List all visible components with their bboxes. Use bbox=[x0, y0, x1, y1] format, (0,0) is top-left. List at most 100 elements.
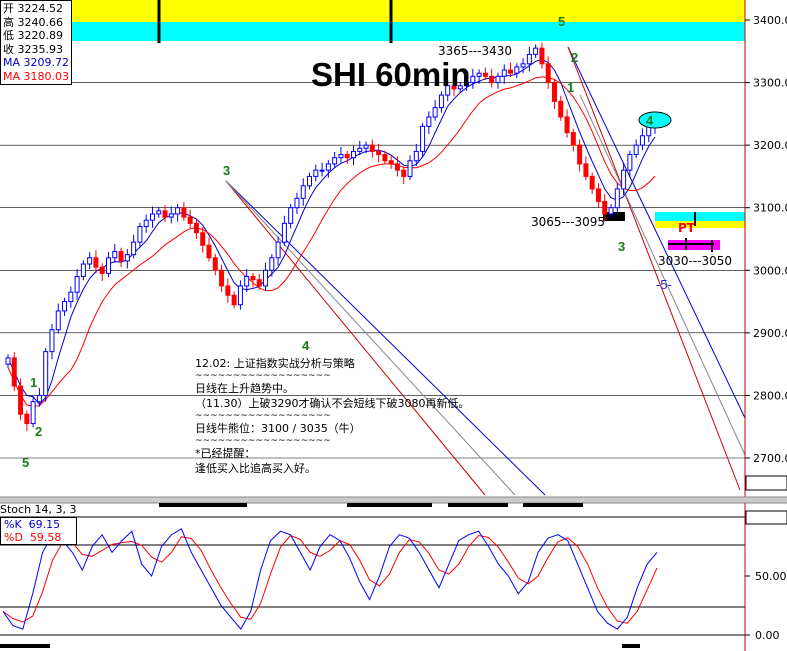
note-line: 日线在上升趋势中。 bbox=[195, 382, 294, 395]
candle-body bbox=[482, 72, 488, 77]
candle-body bbox=[263, 269, 269, 287]
price-tick-label: 3100.00 bbox=[753, 202, 787, 215]
cyan-band bbox=[0, 22, 745, 41]
note-line: ~~~~~~~~~~~~~~~~~~ bbox=[195, 371, 331, 381]
stochastic-title: Stoch 14, 3, 3 bbox=[0, 503, 77, 516]
stoch-k: %K 69.15 bbox=[4, 518, 61, 531]
candle-body bbox=[420, 125, 426, 152]
candle-body bbox=[212, 257, 218, 271]
candle-body bbox=[570, 132, 576, 146]
candle-body bbox=[62, 301, 68, 312]
price-tick-label: 2700.00 bbox=[753, 452, 787, 465]
candle-body bbox=[551, 82, 557, 102]
candle-body bbox=[508, 69, 514, 74]
cyan-ellipse-marker bbox=[638, 111, 672, 129]
candle-body bbox=[369, 144, 375, 152]
stoch-tick-label: 50.00 bbox=[755, 570, 787, 583]
wave-label: 5 bbox=[22, 455, 30, 470]
candle-body bbox=[621, 169, 627, 190]
candle-body bbox=[256, 279, 262, 287]
candle-body bbox=[376, 150, 382, 156]
candle-body bbox=[476, 72, 482, 77]
candle-body bbox=[137, 225, 143, 243]
candle-body bbox=[313, 169, 319, 177]
candle-body bbox=[18, 385, 24, 415]
candle-body bbox=[237, 285, 243, 306]
candle-body bbox=[219, 269, 225, 287]
candle-body bbox=[168, 213, 174, 218]
candle-body bbox=[602, 200, 608, 215]
note-line: ~~~~~~~~~~~~~~~~~~ bbox=[195, 436, 331, 446]
price-annotation: PT bbox=[678, 221, 695, 235]
candle-body bbox=[30, 401, 36, 425]
candle-body bbox=[401, 169, 407, 177]
candle-body bbox=[55, 310, 61, 331]
price-tick-label: 3400.00 bbox=[753, 14, 787, 27]
candle-body bbox=[231, 294, 237, 306]
candle-body bbox=[608, 207, 614, 215]
candle-body bbox=[244, 276, 250, 287]
note-line: ~~~~~~~~~~~~~~~~~~ bbox=[195, 411, 331, 421]
price-annotation: 3065---3095 bbox=[531, 215, 606, 229]
candle-body bbox=[526, 53, 532, 65]
wave-label: -5- bbox=[656, 277, 672, 292]
wave-label: 3 bbox=[618, 239, 626, 254]
analysis-notes: 12.02: 上证指数实战分析与策略 ~~~~~~~~~~~~~~~~~~ 日线… bbox=[195, 356, 535, 476]
candle-body bbox=[143, 219, 149, 227]
stochastic-values: %K 69.15 %D 59.58 bbox=[0, 517, 77, 545]
candle-body bbox=[357, 147, 363, 152]
candle-body bbox=[558, 100, 564, 118]
candle-body bbox=[495, 75, 501, 84]
candle-body bbox=[501, 69, 507, 77]
candle-body bbox=[432, 107, 438, 118]
yellow-band bbox=[0, 0, 745, 22]
candle-body bbox=[43, 351, 49, 396]
candle-body bbox=[68, 291, 74, 303]
candle-body bbox=[545, 63, 551, 84]
price-tick-label: 2900.00 bbox=[753, 327, 787, 340]
wave-label: 1 bbox=[567, 80, 575, 95]
candle-body bbox=[250, 276, 256, 281]
candle-body bbox=[49, 329, 55, 353]
legend-ma-fast: MA 3209.72 bbox=[3, 56, 70, 69]
candle-body bbox=[583, 163, 589, 177]
candle-body bbox=[639, 135, 645, 146]
wave-label: 3 bbox=[223, 163, 231, 178]
candle-body bbox=[112, 251, 118, 259]
chart-title: SHI 60min bbox=[311, 56, 471, 93]
candle-body bbox=[175, 207, 181, 215]
candle-body bbox=[131, 241, 137, 256]
candle-body bbox=[156, 210, 162, 215]
candle-body bbox=[300, 185, 306, 199]
candle-body bbox=[200, 232, 206, 246]
candle-body bbox=[281, 222, 287, 243]
candle-body bbox=[5, 357, 11, 365]
candle-body bbox=[520, 63, 526, 68]
chart-root: 3400.00 3300.00 3200.00 3100.00 3000.00 2900.… bbox=[0, 0, 787, 651]
candle-body bbox=[338, 154, 344, 159]
wave-label: 4 bbox=[646, 113, 654, 128]
candle-body bbox=[413, 150, 419, 162]
candle-body bbox=[470, 75, 476, 84]
price-tick-label: 2800.00 bbox=[753, 389, 787, 402]
candle-body bbox=[350, 150, 356, 159]
candle-body bbox=[87, 257, 93, 265]
candle-body bbox=[382, 154, 388, 162]
candle-body bbox=[181, 207, 187, 218]
price-annotation: 3030---3050 bbox=[658, 254, 733, 268]
note-line: 12.02: 上证指数实战分析与策略 bbox=[195, 357, 355, 370]
candle-body bbox=[426, 116, 432, 127]
candle-body bbox=[99, 266, 105, 274]
candle-body bbox=[93, 257, 99, 268]
price-tick-label: 3200.00 bbox=[753, 139, 787, 152]
wave-label: 5 bbox=[558, 14, 566, 29]
wave-label: 1 bbox=[30, 375, 38, 390]
legend-ma-slow: MA 3180.03 bbox=[3, 69, 70, 83]
legend-close: 收 3235.93 bbox=[3, 42, 63, 56]
wave-label: 2 bbox=[35, 424, 43, 439]
candle-body bbox=[595, 188, 601, 202]
price-annotation: 3365---3430 bbox=[438, 44, 513, 58]
wave-label: 4 bbox=[302, 338, 310, 353]
candle-body bbox=[363, 144, 369, 149]
legend-open: 开 3224.52 bbox=[3, 2, 63, 15]
